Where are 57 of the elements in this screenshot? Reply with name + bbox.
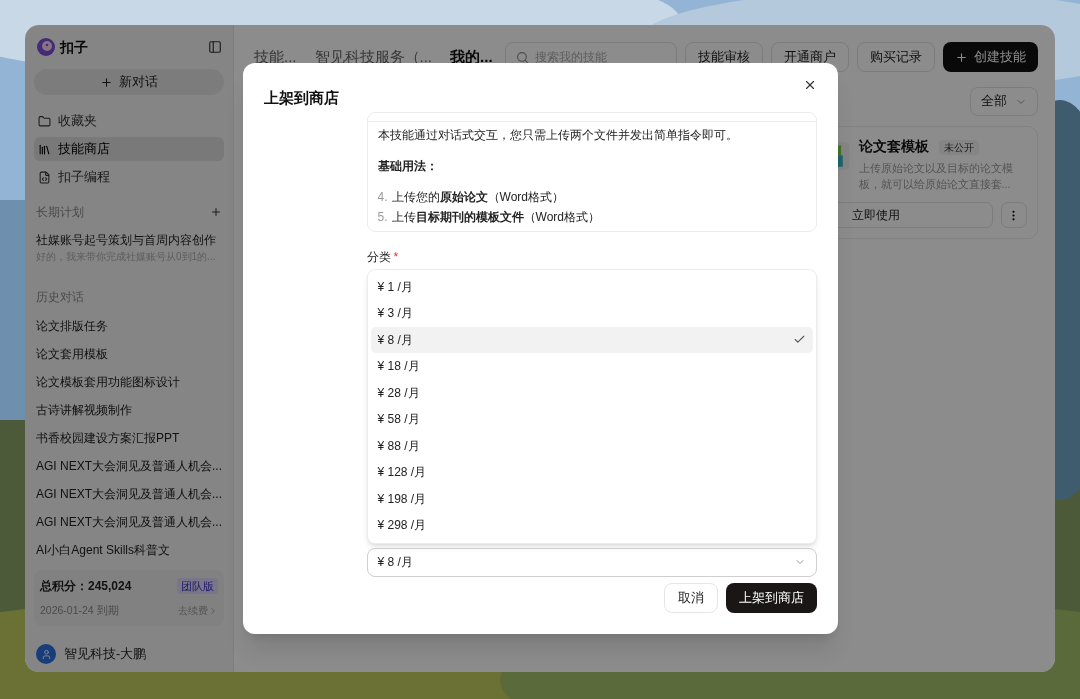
nav-item[interactable]: 扣子编程 [34, 165, 224, 189]
add-icon[interactable] [210, 206, 222, 218]
cancel-button[interactable]: 取消 [663, 583, 718, 613]
action-button[interactable]: 购买记录 [856, 42, 935, 72]
price-option[interactable]: ¥ 88 /月 [370, 432, 813, 459]
plan-title[interactable]: 社媒账号起号策划与首周内容创作 [36, 231, 222, 249]
price-option[interactable]: ¥ 28 /月 [370, 379, 813, 406]
new-chat-button[interactable]: 新对话 [34, 69, 224, 95]
history-item[interactable]: AGI NEXT大会洞见及普通人机会... [34, 508, 224, 536]
sidebar-toggle-icon[interactable] [208, 40, 222, 54]
history-item[interactable]: AGI NEXT大会洞见及普通人机会... [34, 480, 224, 508]
status-tag: 未公开 [938, 139, 979, 155]
points-total: 总积分：245,024 [40, 578, 132, 595]
folder-icon [38, 114, 51, 128]
description-heading: 基础用法： [377, 157, 439, 175]
chevron-right-icon [208, 605, 218, 616]
store-icon [38, 142, 51, 156]
step-number: 4. [377, 188, 388, 206]
field-label: 分类 [366, 248, 391, 266]
price-option[interactable]: ¥ 128 /月 [370, 459, 813, 486]
plus-icon [100, 75, 113, 89]
description-text: 本技能通过对话式交互，您只需上传两个文件并发出简单指令即可。 [377, 126, 739, 144]
action-button[interactable]: 创建技能 [942, 42, 1038, 72]
history-item[interactable]: 古诗讲解视频制作 [34, 396, 224, 424]
history-item[interactable]: 论文排版任务 [34, 312, 224, 340]
step-text: 上传目标期刊的模板文件（Word格式） [391, 208, 600, 226]
code-icon [38, 170, 51, 184]
nav-item[interactable]: 收藏夹 [34, 109, 224, 133]
logo-icon [36, 37, 56, 57]
filter-dropdown[interactable]: 全部 [969, 87, 1038, 116]
price-option[interactable]: ¥ 18 /月 [370, 353, 813, 380]
price-option[interactable]: ¥ 3 /月 [370, 300, 813, 327]
price-option[interactable]: ¥ 1 /月 [370, 273, 813, 300]
search-icon [515, 50, 529, 64]
history-item[interactable]: AI小白Agent Skills科普文 [34, 536, 224, 564]
step-text: 上传您的原始论文（Word格式） [391, 188, 564, 206]
history-item[interactable]: AGI NEXT大会洞见及普通人机会... [34, 452, 224, 480]
app-name: 扣子 [60, 37, 88, 57]
history-item[interactable]: 论文模板套用功能图标设计 [34, 368, 224, 396]
publish-button[interactable]: 上架到商店 [725, 583, 817, 613]
required-mark: * [393, 248, 399, 266]
plus-icon [954, 50, 968, 64]
dialog-title: 上架到商店 [263, 88, 339, 108]
user-icon [40, 648, 52, 660]
plan-badge: 团队版 [177, 577, 218, 595]
user-avatar[interactable] [36, 644, 56, 664]
price-select[interactable]: ¥ 8 /月 [366, 547, 817, 577]
price-option[interactable]: ¥ 198 /月 [370, 485, 813, 512]
history-item[interactable]: 论文套用模板 [34, 340, 224, 368]
user-name: 智见科技-大鹏 [64, 645, 147, 663]
price-option[interactable]: ¥ 298 /月 [370, 512, 813, 539]
step-number: 5. [377, 208, 388, 226]
price-option[interactable]: ¥ 58 /月 [370, 406, 813, 433]
price-option[interactable]: ¥ 8 /月 [370, 326, 813, 353]
skill-title: 论文套模板 [858, 138, 929, 156]
nav-item[interactable]: 技能商店 [34, 137, 224, 161]
history-item[interactable]: 书香校园建设方案汇报PPT [34, 424, 224, 452]
